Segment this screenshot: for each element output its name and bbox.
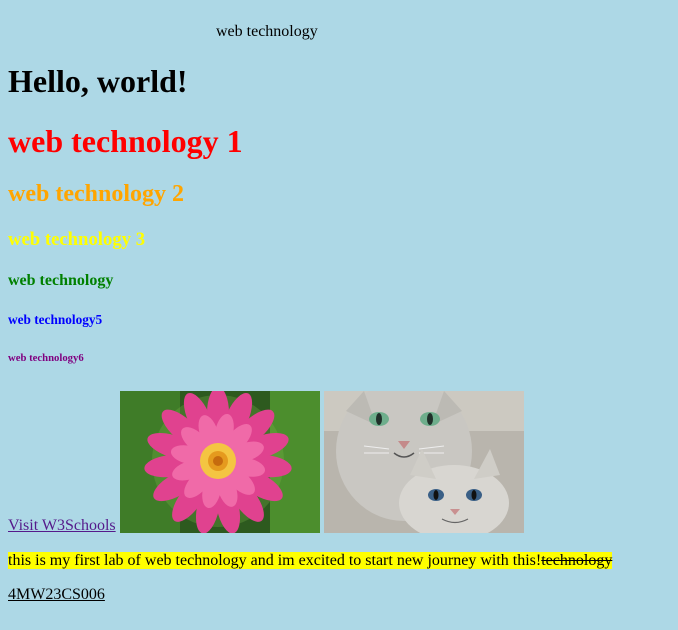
highlight-main-text: this is my first lab of web technology a… bbox=[8, 552, 542, 569]
usn-text: 4MW23CS006 bbox=[8, 586, 105, 603]
visit-w3schools-link[interactable]: Visit W3Schools bbox=[8, 517, 116, 535]
heading-web-technology-1: web technology 1 bbox=[8, 123, 243, 159]
heading-web-technology: web technology bbox=[8, 272, 114, 289]
lab-intro-text: this is my first lab of web technology a… bbox=[8, 552, 613, 570]
heading-web-technology-2: web technology 2 bbox=[8, 181, 184, 207]
flower-image bbox=[120, 391, 320, 533]
marquee-text: web technology bbox=[216, 23, 318, 40]
struck-text: technology bbox=[541, 552, 613, 569]
highlighted-text: this is my first lab of web technology a… bbox=[8, 552, 613, 569]
heading-hello-world: Hello, world! bbox=[8, 63, 188, 99]
heading-web-technology-6: web technology6 bbox=[8, 352, 84, 364]
cats-image bbox=[324, 391, 524, 533]
heading-web-technology-3: web technology 3 bbox=[8, 229, 146, 250]
heading-web-technology-5: web technology5 bbox=[8, 312, 103, 327]
